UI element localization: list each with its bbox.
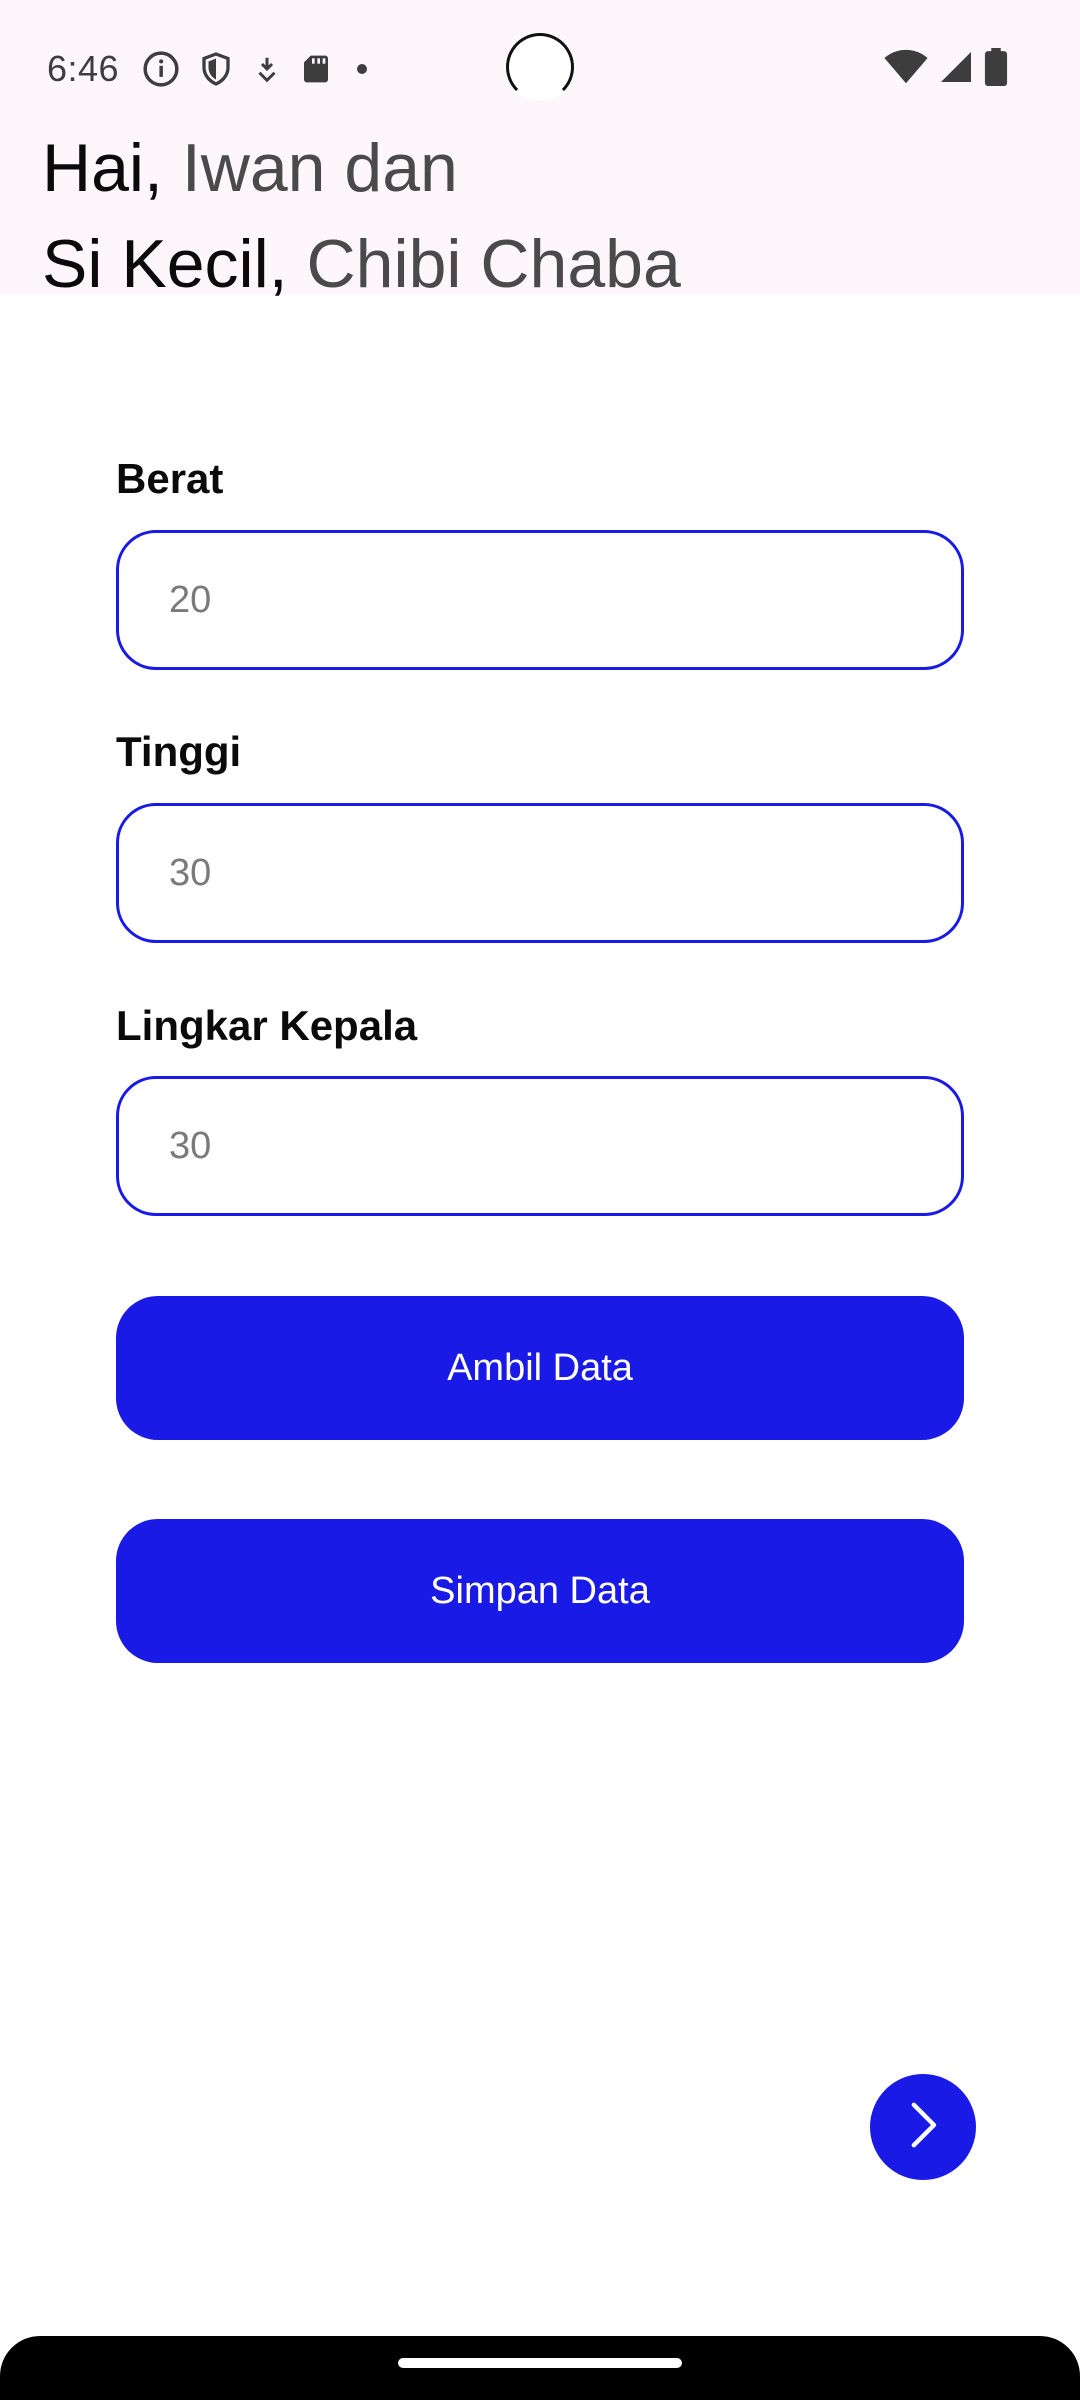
height-label: Tinggi [116, 728, 242, 775]
fetch-data-button[interactable]: Ambil Data [116, 1296, 964, 1440]
weight-label: Berat [116, 455, 224, 502]
home-indicator[interactable] [398, 2358, 682, 2368]
camera-cutout [506, 33, 574, 101]
status-icons-left [142, 48, 374, 90]
greeting: Hai, Iwan dan Si Kecil, Chibi Chaba [42, 120, 681, 312]
height-input[interactable]: 30 [116, 803, 964, 943]
chevron-right-icon [901, 2099, 945, 2156]
navigation-bar [0, 2336, 1080, 2400]
height-value: 30 [169, 851, 212, 894]
shield-icon [198, 50, 234, 88]
parent-name: Iwan dan [181, 130, 458, 206]
weight-input[interactable]: 20 [116, 530, 964, 670]
greeting-child-label: Si Kecil, [42, 226, 288, 302]
screen: 6:46 Hai, Iwan dan Si Kecil, Chibi Chaba… [0, 0, 1080, 2400]
wifi-icon [884, 49, 928, 90]
status-time: 6:46 [47, 48, 120, 89]
status-icons-right [884, 48, 1008, 91]
sd-card-icon [300, 51, 332, 87]
battery-icon [984, 48, 1008, 91]
greeting-hai-label: Hai, [42, 130, 163, 206]
head-circumference-value: 30 [169, 1124, 212, 1167]
head-circumference-label: Lingkar Kepala [116, 1002, 418, 1049]
header-area: 6:46 Hai, Iwan dan Si Kecil, Chibi Chaba [0, 0, 1080, 302]
info-icon [142, 50, 180, 88]
next-button[interactable] [870, 2074, 976, 2180]
cellular-icon [938, 49, 974, 90]
child-name: Chibi Chaba [306, 226, 681, 302]
status-bar: 6:46 [0, 0, 1080, 140]
weight-value: 20 [169, 578, 212, 621]
dot-icon [350, 57, 374, 81]
greeting-parent-line: Hai, Iwan dan [42, 120, 681, 216]
greeting-child-line: Si Kecil, Chibi Chaba [42, 216, 681, 312]
head-circumference-input[interactable]: 30 [116, 1076, 964, 1216]
download-icon [252, 51, 282, 87]
save-data-button[interactable]: Simpan Data [116, 1519, 964, 1663]
